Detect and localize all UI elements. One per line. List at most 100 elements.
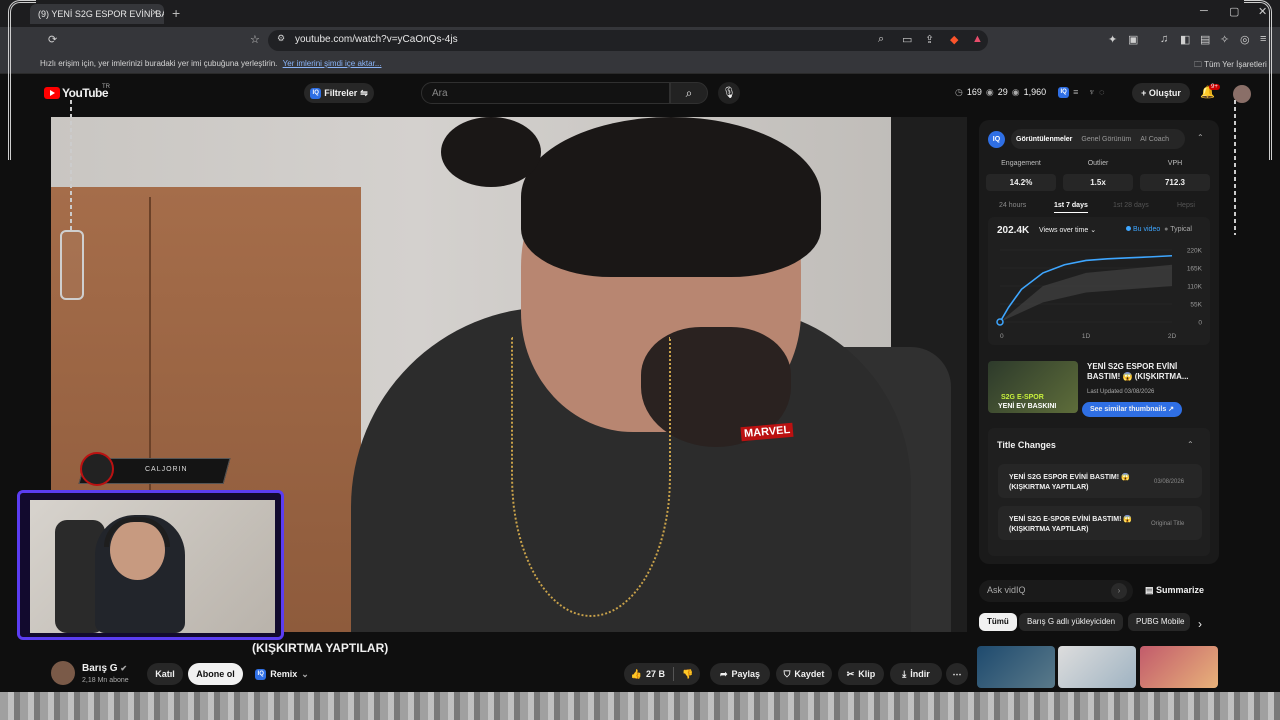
channel-subscribers: 2,18 Mn abone (82, 677, 129, 684)
maximize-icon[interactable]: ▢ (1229, 5, 1239, 18)
channel-avatar[interactable] (51, 661, 75, 685)
doc-icon: ▤ (1145, 585, 1154, 595)
tab-views[interactable]: Görüntülenmeler (1016, 136, 1072, 143)
more-actions-icon[interactable]: ⋯ (946, 663, 968, 685)
series-start-point (996, 318, 1004, 326)
like-count: 27 B (645, 669, 665, 679)
sidebar-icon[interactable]: ◧ (1180, 33, 1190, 46)
download-button[interactable]: ⤓ İndir (890, 663, 942, 685)
clip-button[interactable]: ✂ Klip (838, 663, 884, 685)
youtube-logo-icon[interactable] (44, 87, 60, 99)
divider (673, 667, 674, 681)
decorative-frame (1244, 0, 1272, 160)
title-change-text: YENİ S2G ESPOR EVİNİ BASTIM! 😱 (KIŞKIRTM… (1009, 474, 1130, 491)
reload-icon[interactable]: ⟳ (48, 33, 57, 46)
stat-value: 169 (966, 87, 982, 97)
chip-uploader[interactable]: Barış G adlı yükleyiciden (1019, 613, 1124, 631)
views-icon: ◉ (1011, 87, 1020, 97)
decorative-frame (0, 692, 1280, 720)
range-all[interactable]: Hepsi (1177, 202, 1195, 209)
send-icon[interactable]: › (1111, 583, 1127, 599)
metric-label: Engagement (1001, 160, 1041, 167)
like-button[interactable]: 👍 27 B 👎 (624, 663, 700, 685)
wallet-icon[interactable]: ▤ (1200, 33, 1210, 46)
share-page-icon[interactable]: ⇪ (925, 33, 934, 46)
save-button[interactable]: ⛉ Kaydet (776, 663, 832, 685)
stat-value: 1,960 (1023, 87, 1047, 97)
rewards-icon[interactable]: ▲ (972, 33, 983, 45)
thumbnail-text: YENİ EV BASKINI (998, 403, 1057, 410)
download-label: İndir (910, 669, 930, 679)
browser-tab[interactable]: (9) YENİ S2G ESPOR EVİNİ BA × (30, 4, 164, 24)
bookmark-star-icon[interactable]: ☆ (250, 33, 260, 46)
range-28d[interactable]: 1st 28 days (1113, 202, 1149, 209)
chevron-down-icon: ⌄ (1090, 227, 1097, 234)
create-button[interactable]: + Oluştur (1132, 83, 1190, 103)
subscribe-button[interactable]: Abone ol (188, 663, 243, 685)
list-icon[interactable]: ≡ (1073, 87, 1078, 98)
y-tick-label: 55K (1190, 302, 1202, 309)
brave-shield-icon[interactable]: ◆ (950, 33, 958, 46)
tab-close-icon[interactable]: × (152, 7, 158, 19)
filters-label: Filtreler (324, 88, 358, 98)
cast-icon[interactable]: ▭ (902, 33, 912, 46)
remix-button[interactable]: IQ Remix ⌄ (250, 663, 314, 685)
chat-icon[interactable]: ◌ (1099, 87, 1104, 98)
media-icon[interactable]: ♫ (1160, 33, 1168, 45)
metric-label: VPH (1167, 160, 1183, 167)
range-7d[interactable]: 1st 7 days (1054, 202, 1088, 213)
legend-dot (1126, 226, 1131, 231)
ai-icon[interactable]: ✧ (1220, 33, 1229, 46)
search-icon[interactable]: ⌕ (670, 82, 708, 104)
views-dropdown[interactable]: Views over time ⌄ (1039, 226, 1096, 234)
video-frame (521, 117, 821, 277)
metric-value: 1.5x (1063, 174, 1133, 191)
scissors-icon: ✂ (846, 668, 855, 679)
thumbnail-text: S2G E-SPOR (1001, 394, 1044, 401)
views-total: 202.4K (997, 225, 1030, 236)
minimize-icon[interactable]: ─ (1200, 5, 1208, 17)
chip-all[interactable]: Tümü (979, 613, 1017, 631)
search-input[interactable]: Ara (421, 82, 670, 104)
chevron-right-icon[interactable]: › (1198, 617, 1202, 631)
views-dropdown-label: Views over time (1039, 227, 1089, 234)
join-button[interactable]: Katıl (147, 663, 183, 685)
channel-name-text: Barış G (82, 663, 118, 674)
similar-thumbnails-button[interactable]: See similar thumbnails ↗ (1082, 402, 1182, 417)
decorative-lantern (60, 230, 84, 300)
channel-name[interactable]: Barış G ✔ (82, 663, 127, 674)
vidiq-icon[interactable]: IQ (1058, 87, 1070, 98)
thumbs-down-icon[interactable]: 👎 (682, 669, 693, 680)
filters-button[interactable]: IQ Filtreler ⇋ (304, 83, 374, 103)
ask-vidiq-input[interactable]: Ask vidIQ (979, 580, 1133, 602)
share-button[interactable]: ➦ Paylaş (710, 663, 770, 685)
decorative-chain (70, 100, 72, 230)
tab-overview[interactable]: Genel Görünüm (1081, 136, 1131, 143)
vidiq-icon: IQ (255, 668, 267, 680)
views-chart: 220K 165K 110K 55K 0 0 1D 2D (996, 248, 1203, 340)
award-icon[interactable]: ♆ (1088, 87, 1095, 98)
extensions-icon[interactable]: ✦ (1108, 33, 1117, 46)
zoom-icon[interactable]: ⌕ (878, 33, 884, 46)
range-24h[interactable]: 24 hours (999, 202, 1026, 209)
tab-ai-coach[interactable]: AI Coach (1140, 136, 1169, 143)
x-tick-label: 2D (1168, 333, 1177, 340)
import-bookmarks-link[interactable]: Yer imlerini şimdi içe aktar... (283, 59, 382, 68)
site-info-icon[interactable]: ⚙ (277, 33, 285, 44)
recommended-thumbnail[interactable] (1140, 646, 1218, 688)
summarize-button[interactable]: ▤ Summarize (1145, 585, 1204, 596)
chevron-up-icon[interactable]: ⌃ (1187, 440, 1194, 449)
recommended-thumbnail[interactable] (977, 646, 1055, 688)
microphone-icon[interactable]: 🎙 (718, 82, 740, 104)
metric-value: 712.3 (1140, 174, 1210, 191)
related-updated: Last Updated 03/08/2026 (1087, 389, 1155, 395)
save-label: Kaydet (794, 669, 825, 679)
chip-pubg[interactable]: PUBG Mobile (1128, 613, 1190, 631)
chevron-up-icon[interactable]: ⌃ (1197, 133, 1204, 142)
y-tick-label: 0 (1198, 320, 1202, 327)
recommended-thumbnail[interactable] (1058, 646, 1136, 688)
tab-search-icon[interactable]: ▣ (1128, 33, 1138, 46)
new-tab-icon[interactable]: + (172, 5, 180, 21)
x-tick-label: 0 (1000, 333, 1004, 340)
browser-tab-bar: (9) YENİ S2G ESPOR EVİNİ BA × + ─ ▢ ✕ (0, 0, 1280, 27)
